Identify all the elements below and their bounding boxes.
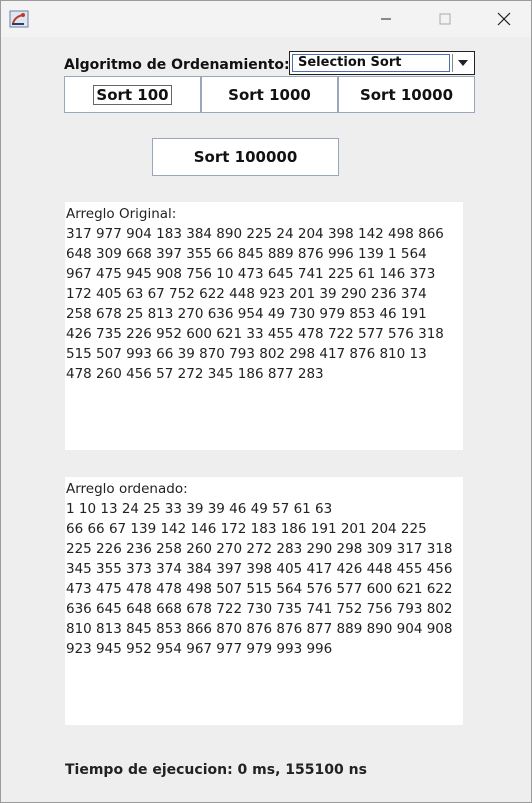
original-line: 967 475 945 908 756 10 473 645 741 225 6… <box>66 266 436 282</box>
title-bar[interactable] <box>1 1 531 37</box>
sorted-line: 473 475 478 478 498 507 515 564 576 577 … <box>66 581 453 597</box>
sorted-line: Arreglo ordenado: <box>66 481 188 497</box>
sorted-line: 636 645 648 668 678 722 730 735 741 752 … <box>66 601 453 617</box>
original-line: 172 405 63 67 752 622 448 923 201 39 290… <box>66 286 427 302</box>
content-pane: Algoritmo de Ordenamiento: Selection Sor… <box>1 37 531 802</box>
sort-1000-button[interactable]: Sort 1000 <box>201 76 338 113</box>
close-icon <box>497 12 511 26</box>
sorted-line: 345 355 373 374 384 397 398 405 417 426 … <box>66 561 453 577</box>
sort-100000-button[interactable]: Sort 100000 <box>152 138 339 176</box>
sort-1000-label: Sort 1000 <box>228 85 311 104</box>
maximize-icon <box>439 13 451 25</box>
sorted-array-textarea[interactable]: Arreglo ordenado: 1 10 13 24 25 33 39 39… <box>65 477 463 725</box>
original-line: 426 735 226 952 600 621 33 455 478 722 5… <box>66 326 444 342</box>
original-line: 317 977 904 183 384 890 225 24 204 398 1… <box>66 226 444 242</box>
java-app-icon <box>9 10 29 28</box>
algorithm-label: Algoritmo de Ordenamiento: <box>64 57 290 73</box>
sort-100-label: Sort 100 <box>93 84 172 105</box>
algorithm-select-value: Selection Sort <box>292 54 450 72</box>
app-window: Algoritmo de Ordenamiento: Selection Sor… <box>0 0 532 803</box>
sort-100-button[interactable]: Sort 100 <box>64 76 201 113</box>
execution-time-label: Tiempo de ejecucion: 0 ms, 155100 ns <box>65 762 367 778</box>
sorted-line: 66 66 67 139 142 146 172 183 186 191 201… <box>66 521 427 537</box>
original-line: 648 309 668 397 355 66 845 889 876 996 1… <box>66 246 427 262</box>
sort-100000-label: Sort 100000 <box>193 148 298 166</box>
original-line: Arreglo Original: <box>66 206 177 222</box>
close-button[interactable] <box>481 1 527 37</box>
algorithm-select[interactable]: Selection Sort <box>289 51 475 75</box>
original-array-textarea[interactable]: Arreglo Original: 317 977 904 183 384 89… <box>65 202 463 450</box>
sorted-line: 923 945 952 954 967 977 979 993 996 <box>66 641 333 657</box>
sorted-line: 225 226 236 258 260 270 272 283 290 298 … <box>66 541 453 557</box>
minimize-button[interactable] <box>363 1 409 37</box>
sorted-line: 1 10 13 24 25 33 39 39 46 49 57 61 63 <box>66 501 333 517</box>
minimize-icon <box>381 18 391 20</box>
dropdown-arrow[interactable] <box>452 54 472 72</box>
sort-10000-label: Sort 10000 <box>359 85 454 104</box>
original-line: 258 678 25 813 270 636 954 49 730 979 85… <box>66 306 427 322</box>
original-line: 478 260 456 57 272 345 186 877 283 <box>66 366 324 382</box>
sort-10000-button[interactable]: Sort 10000 <box>338 76 475 113</box>
maximize-button[interactable] <box>422 1 468 37</box>
original-line: 515 507 993 66 39 870 793 802 298 417 87… <box>66 346 427 362</box>
sorted-line: 810 813 845 853 866 870 876 876 877 889 … <box>66 621 453 637</box>
chevron-down-icon <box>457 60 468 66</box>
